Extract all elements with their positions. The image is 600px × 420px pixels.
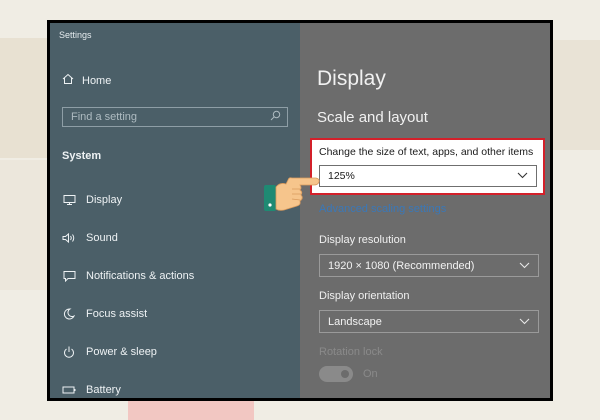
search-input[interactable]: Find a setting — [62, 107, 288, 127]
resolution-value: 1920 × 1080 (Recommended) — [328, 259, 475, 272]
sidebar-item-label: Battery — [86, 384, 121, 396]
chevron-down-icon — [519, 260, 530, 272]
scale-dropdown[interactable]: 125% — [319, 165, 537, 187]
sidebar-item-display[interactable]: Display — [62, 193, 122, 207]
power-icon — [62, 345, 76, 359]
orientation-value: Landscape — [328, 315, 382, 328]
sidebar-item-label: Notifications & actions — [86, 270, 195, 282]
toggle-knob — [341, 370, 349, 378]
battery-icon — [62, 383, 76, 397]
scale-value: 125% — [328, 170, 355, 182]
section-heading: Scale and layout — [317, 109, 428, 126]
sidebar-item-label: Display — [86, 194, 123, 206]
search-icon — [270, 110, 281, 124]
home-icon — [62, 73, 74, 88]
sidebar-item-sound[interactable]: Sound — [62, 231, 118, 245]
moon-icon — [62, 307, 76, 321]
section-heading: System — [62, 150, 102, 162]
speaker-icon — [62, 231, 76, 245]
sidebar-item-notifications[interactable]: Notifications & actions — [62, 269, 194, 283]
notification-icon — [62, 269, 76, 283]
rotation-lock-toggle[interactable] — [319, 366, 353, 382]
search-placeholder: Find a setting — [71, 111, 138, 123]
display-settings-pane: Display Scale and layout Change the size… — [300, 23, 550, 398]
sidebar-item-label: Sound — [86, 232, 118, 244]
scale-label: Change the size of text, apps, and other… — [319, 146, 534, 158]
chevron-down-icon — [519, 316, 530, 328]
advanced-scaling-link[interactable]: Advanced scaling settings — [319, 203, 446, 215]
orientation-dropdown[interactable]: Landscape — [319, 310, 539, 333]
rotation-lock-label: Rotation lock — [319, 346, 383, 358]
monitor-icon — [62, 193, 76, 207]
resolution-dropdown[interactable]: 1920 × 1080 (Recommended) — [319, 254, 539, 277]
page-title: Display — [317, 67, 386, 90]
chevron-down-icon — [517, 170, 528, 182]
paper-scrap — [128, 398, 254, 420]
sidebar-item-home[interactable]: Home — [62, 73, 111, 88]
orientation-label: Display orientation — [319, 290, 410, 302]
sidebar-item-label: Focus assist — [86, 308, 148, 320]
sidebar-item-power-sleep[interactable]: Power & sleep — [62, 345, 157, 359]
rotation-lock-state: On — [363, 368, 378, 380]
window-title: Settings — [59, 30, 92, 40]
paper-scrap — [0, 160, 50, 290]
pointing-hand-icon — [262, 170, 322, 220]
scale-setting-highlight: Change the size of text, apps, and other… — [310, 138, 545, 195]
resolution-label: Display resolution — [319, 234, 406, 246]
sidebar-item-label: Home — [82, 74, 112, 87]
sidebar-item-battery[interactable]: Battery — [62, 383, 121, 397]
sidebar-item-label: Power & sleep — [86, 346, 157, 358]
sidebar-item-focus-assist[interactable]: Focus assist — [62, 307, 147, 321]
